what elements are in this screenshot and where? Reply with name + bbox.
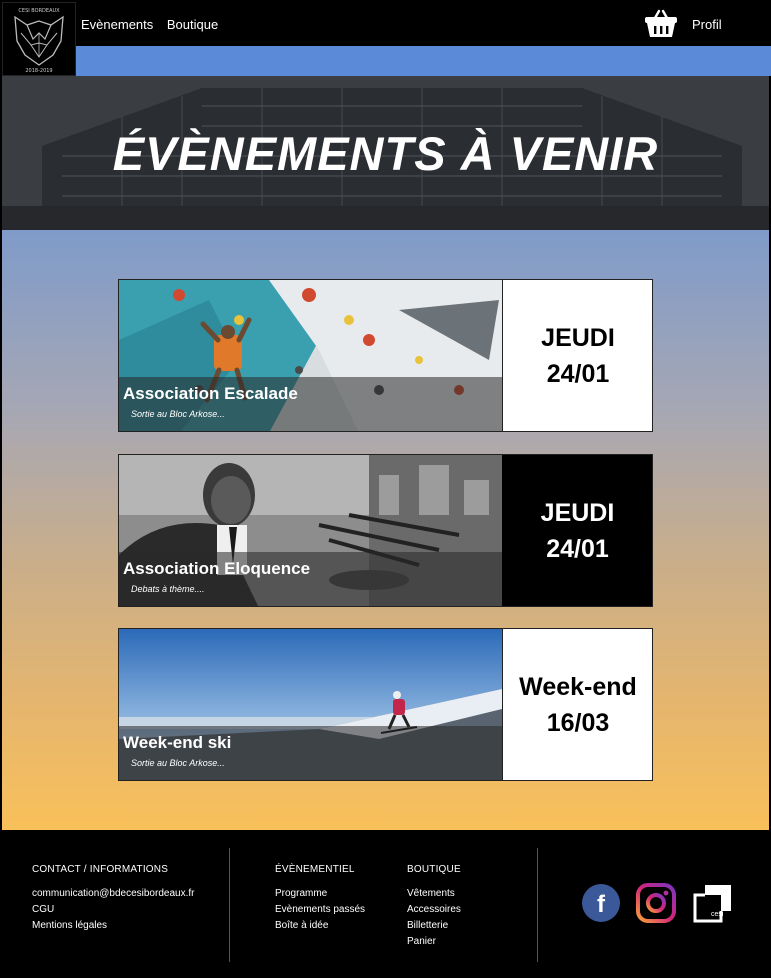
panther-logo-icon: CESI BORDEAUX 2018-2019 bbox=[14, 8, 64, 74]
main-nav: Evènements Boutique bbox=[81, 17, 228, 32]
event-card-eloquence[interactable]: Association Eloquence Debats à thème....… bbox=[118, 454, 653, 607]
event-date-value: 24/01 bbox=[546, 534, 609, 563]
footer-contact: CONTACT / INFORMATIONS communication@bde… bbox=[32, 864, 194, 934]
footer-program-link[interactable]: Programme bbox=[275, 886, 365, 902]
footer-clothing-link[interactable]: Vêtements bbox=[407, 886, 461, 902]
footer: CONTACT / INFORMATIONS communication@bde… bbox=[0, 830, 771, 978]
footer-divider bbox=[229, 848, 230, 962]
instagram-icon[interactable] bbox=[636, 883, 676, 923]
footer-divider bbox=[537, 848, 538, 962]
bde-logo[interactable]: CESI BORDEAUX 2018-2019 bbox=[2, 2, 76, 76]
event-subtitle: Sortie au Bloc Arkose... bbox=[131, 409, 225, 419]
event-card-escalade[interactable]: Association Escalade Sortie au Bloc Arko… bbox=[118, 279, 653, 432]
footer-email-link[interactable]: communication@bdecesibordeaux.fr bbox=[32, 886, 194, 902]
event-date: JEUDI 24/01 bbox=[502, 280, 652, 431]
nav-events-link[interactable]: Evènements bbox=[81, 17, 153, 32]
svg-text:f: f bbox=[597, 891, 606, 918]
shopping-basket-icon[interactable] bbox=[644, 9, 678, 39]
footer-accessories-link[interactable]: Accessoires bbox=[407, 902, 461, 918]
event-title: Week-end ski bbox=[123, 733, 232, 752]
footer-legal-link[interactable]: Mentions légales bbox=[32, 918, 194, 934]
events-section: Association Escalade Sortie au Bloc Arko… bbox=[2, 230, 769, 830]
event-day: JEUDI bbox=[541, 323, 615, 352]
footer-heading: CONTACT / INFORMATIONS bbox=[32, 864, 169, 875]
svg-text:cesi: cesi bbox=[711, 911, 724, 918]
event-subtitle: Debats à thème.... bbox=[131, 584, 205, 594]
footer-events: ÉVÈNEMENTIEL Programme Evènements passés… bbox=[275, 864, 365, 934]
footer-heading: ÉVÈNEMENTIEL bbox=[275, 864, 355, 875]
hero-banner: ÉVÈNEMENTS À VENIR bbox=[2, 76, 769, 230]
nav-shop-link[interactable]: Boutique bbox=[167, 17, 218, 32]
event-day: JEUDI bbox=[540, 498, 615, 527]
event-title: Association Eloquence bbox=[123, 559, 311, 578]
footer-cart-link[interactable]: Panier bbox=[407, 934, 461, 950]
event-title: Association Escalade bbox=[123, 384, 298, 403]
event-date-value: 24/01 bbox=[546, 359, 610, 388]
footer-ticketing-link[interactable]: Billetterie bbox=[407, 918, 461, 934]
footer-heading: BOUTIQUE bbox=[407, 864, 461, 875]
event-day: Week-end bbox=[519, 672, 637, 701]
cesi-icon[interactable]: cesi bbox=[693, 883, 733, 923]
page-title: ÉVÈNEMENTS À VENIR bbox=[112, 127, 659, 180]
event-date: JEUDI 24/01 bbox=[502, 455, 652, 606]
facebook-icon[interactable]: f bbox=[581, 883, 621, 923]
footer-shop: BOUTIQUE Vêtements Accessoires Billetter… bbox=[407, 864, 461, 950]
footer-idea-box-link[interactable]: Boîte à idée bbox=[275, 918, 365, 934]
navbar-accent-strip bbox=[76, 46, 771, 76]
profile-link[interactable]: Profil bbox=[692, 17, 722, 32]
event-subtitle: Sortie au Bloc Arkose... bbox=[131, 758, 225, 768]
event-date: Week-end 16/03 bbox=[502, 629, 652, 780]
svg-text:2018-2019: 2018-2019 bbox=[25, 68, 52, 74]
event-card-ski[interactable]: Week-end ski Sortie au Bloc Arkose... We… bbox=[118, 628, 653, 781]
svg-text:CESI BORDEAUX: CESI BORDEAUX bbox=[18, 8, 60, 14]
footer-past-events-link[interactable]: Evènements passés bbox=[275, 902, 365, 918]
event-date-value: 16/03 bbox=[546, 708, 610, 737]
footer-cgu-link[interactable]: CGU bbox=[32, 902, 194, 918]
